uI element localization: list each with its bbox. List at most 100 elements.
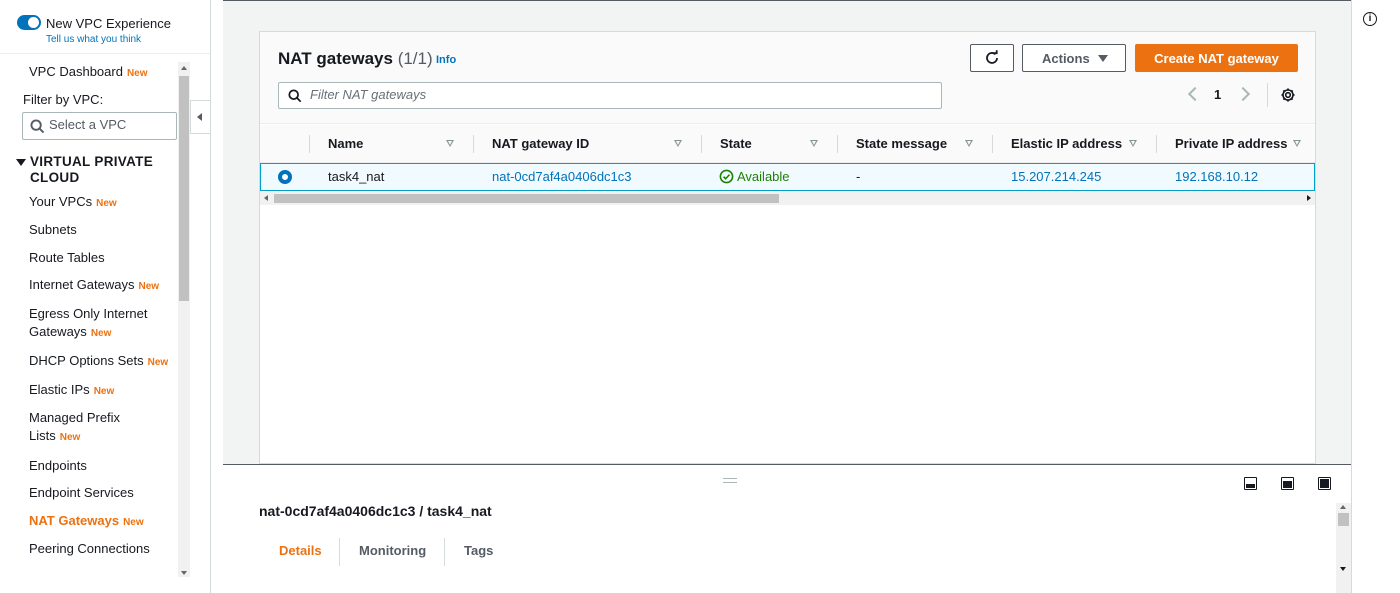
new-badge: New: [90, 328, 112, 339]
scrollbar-thumb[interactable]: [179, 76, 189, 301]
table-row[interactable]: task4_nat nat-0cd7af4a0406dc1c3 Availabl…: [260, 163, 1315, 191]
sidebar-scrollbar[interactable]: [178, 62, 190, 577]
scroll-right-icon[interactable]: [1307, 195, 1311, 201]
scroll-down-icon[interactable]: [181, 571, 187, 575]
new-badge: New: [59, 432, 81, 443]
experience-toggle-area: New VPC Experience Tell us what you thin…: [0, 0, 210, 54]
new-badge: New: [147, 357, 169, 368]
cell-private-ip-address[interactable]: 192.168.10.12: [1175, 164, 1258, 190]
sidebar-item-managed-prefix-lists[interactable]: Managed Prefix Lists New: [29, 409, 139, 447]
scrollbar-thumb[interactable]: [1338, 513, 1349, 526]
new-badge: New: [96, 198, 117, 209]
main-content: NAT gateways (1/1) Info Actions Create N…: [223, 0, 1351, 593]
cell-elastic-ip-address[interactable]: 15.207.214.245: [1011, 164, 1101, 190]
sidebar-item-label: Internet Gateways: [29, 277, 135, 292]
sidebar-item-egress-only-internet-gateways[interactable]: Egress Only Internet Gateways New: [29, 305, 174, 343]
column-header-elastic-ip-address[interactable]: Elastic IP address: [1011, 125, 1122, 163]
state-text: Available: [737, 169, 790, 184]
cell-nat-gateway-id-link[interactable]: nat-0cd7af4a0406dc1c3: [492, 164, 632, 190]
scroll-up-icon[interactable]: [1340, 505, 1346, 509]
split-panel: nat-0cd7af4a0406dc1c3 / task4_nat Detail…: [223, 464, 1351, 593]
sidebar-item-label: NAT Gateways: [29, 513, 120, 528]
sidebar-item-label: Elastic IPs: [29, 382, 90, 397]
split-bottom-icon[interactable]: [1244, 477, 1257, 490]
sidebar-item-route-tables[interactable]: Route Tables: [29, 249, 105, 267]
virtual-private-cloud-section[interactable]: VIRTUAL PRIVATE CLOUD: [16, 154, 178, 186]
info-link[interactable]: Info: [436, 54, 456, 66]
tools-panel: i: [1351, 0, 1400, 593]
sidebar-item-elastic-ips[interactable]: Elastic IPs New: [29, 381, 114, 401]
column-label: Private IP address: [1175, 136, 1288, 151]
tab-tags[interactable]: Tags: [464, 543, 493, 558]
sidebar-item-endpoint-services[interactable]: Endpoint Services: [29, 484, 134, 502]
feedback-link[interactable]: Tell us what you think: [46, 34, 141, 45]
previous-page-icon[interactable]: [1187, 86, 1203, 102]
tab-divider: [339, 538, 340, 566]
sidebar-item-label: Endpoint Services: [29, 485, 134, 500]
scrollbar-thumb[interactable]: [274, 194, 779, 203]
tab-monitoring[interactable]: Monitoring: [359, 543, 426, 558]
sidebar-item-label: Egress Only Internet Gateways: [29, 306, 148, 339]
info-icon[interactable]: i: [1363, 12, 1377, 26]
tab-divider: [444, 538, 445, 566]
cell-state-message: -: [856, 169, 861, 184]
sidebar-item-endpoints[interactable]: Endpoints: [29, 457, 87, 475]
actions-label: Actions: [1042, 50, 1090, 66]
table-header: Name NAT gateway ID State State message …: [260, 125, 1315, 163]
sidebar-item-subnets[interactable]: Subnets: [29, 221, 77, 239]
column-label: State: [720, 136, 752, 151]
new-badge: New: [126, 68, 148, 79]
caret-down-icon: [16, 159, 26, 166]
column-header-state[interactable]: State: [720, 125, 752, 163]
actions-button[interactable]: Actions: [1022, 44, 1126, 72]
caret-down-icon: [1098, 55, 1108, 62]
column-divider: [1156, 135, 1157, 153]
nat-gateways-panel: NAT gateways (1/1) Info Actions Create N…: [259, 31, 1316, 464]
row-select-radio[interactable]: [278, 170, 292, 184]
check-circle-icon: [719, 169, 734, 184]
sidebar-item-internet-gateways[interactable]: Internet Gateways New: [29, 276, 159, 296]
sidebar-item-dhcp-options-sets[interactable]: DHCP Options Sets New: [29, 352, 168, 372]
gear-icon[interactable]: [1280, 87, 1296, 103]
search-icon: [288, 89, 302, 103]
new-badge: New: [93, 386, 115, 397]
column-header-nat-gateway-id[interactable]: NAT gateway ID: [492, 125, 589, 163]
split-panel-scrollbar[interactable]: [1336, 503, 1351, 593]
sidebar-item-peering-connections[interactable]: Peering Connections: [29, 540, 150, 558]
sidebar-item-label: DHCP Options Sets: [29, 353, 144, 368]
column-label: Elastic IP address: [1011, 136, 1123, 151]
split-side-icon[interactable]: [1281, 477, 1294, 490]
filter-by-vpc-label: Filter by VPC:: [23, 92, 104, 107]
next-page-icon[interactable]: [1235, 86, 1251, 102]
sidebar-item-label: Subnets: [29, 222, 77, 237]
scroll-up-icon[interactable]: [181, 66, 187, 70]
column-header-state-message[interactable]: State message: [856, 125, 947, 163]
scroll-down-icon[interactable]: [1340, 567, 1346, 571]
refresh-button[interactable]: [970, 44, 1014, 72]
create-nat-gateway-button[interactable]: Create NAT gateway: [1135, 44, 1298, 72]
new-experience-toggle[interactable]: [17, 15, 41, 30]
filter-nat-gateways-box[interactable]: [278, 82, 942, 109]
sidebar-item-label: Your VPCs: [29, 194, 93, 209]
column-header-name[interactable]: Name: [328, 125, 363, 163]
sidebar-item-vpc-dashboard[interactable]: VPC Dashboard New: [29, 63, 148, 83]
sidebar-item-your-vpcs[interactable]: Your VPCs New: [29, 193, 117, 213]
scroll-left-icon[interactable]: [264, 195, 268, 201]
column-divider: [837, 135, 838, 153]
vpc-filter-input[interactable]: [49, 117, 174, 132]
section-title: VIRTUAL PRIVATE CLOUD: [30, 154, 154, 185]
table-horizontal-scrollbar[interactable]: [260, 192, 1315, 205]
filter-nat-gateways-input[interactable]: [310, 87, 930, 102]
column-label: Name: [328, 136, 364, 151]
divider: [1267, 83, 1268, 107]
collapse-sidebar-button[interactable]: [190, 100, 210, 134]
tab-details[interactable]: Details: [279, 543, 322, 558]
sidebar-item-label: Peering Connections: [29, 541, 150, 556]
column-header-private-ip-address[interactable]: Private IP address: [1175, 125, 1288, 163]
split-full-icon[interactable]: [1318, 477, 1331, 490]
column-label: State message: [856, 136, 948, 151]
sidebar-item-nat-gateways[interactable]: NAT Gateways New: [29, 512, 144, 532]
resize-handle[interactable]: [723, 478, 737, 483]
vpc-filter-select[interactable]: [22, 112, 177, 140]
current-page-number[interactable]: 1: [1214, 87, 1221, 102]
